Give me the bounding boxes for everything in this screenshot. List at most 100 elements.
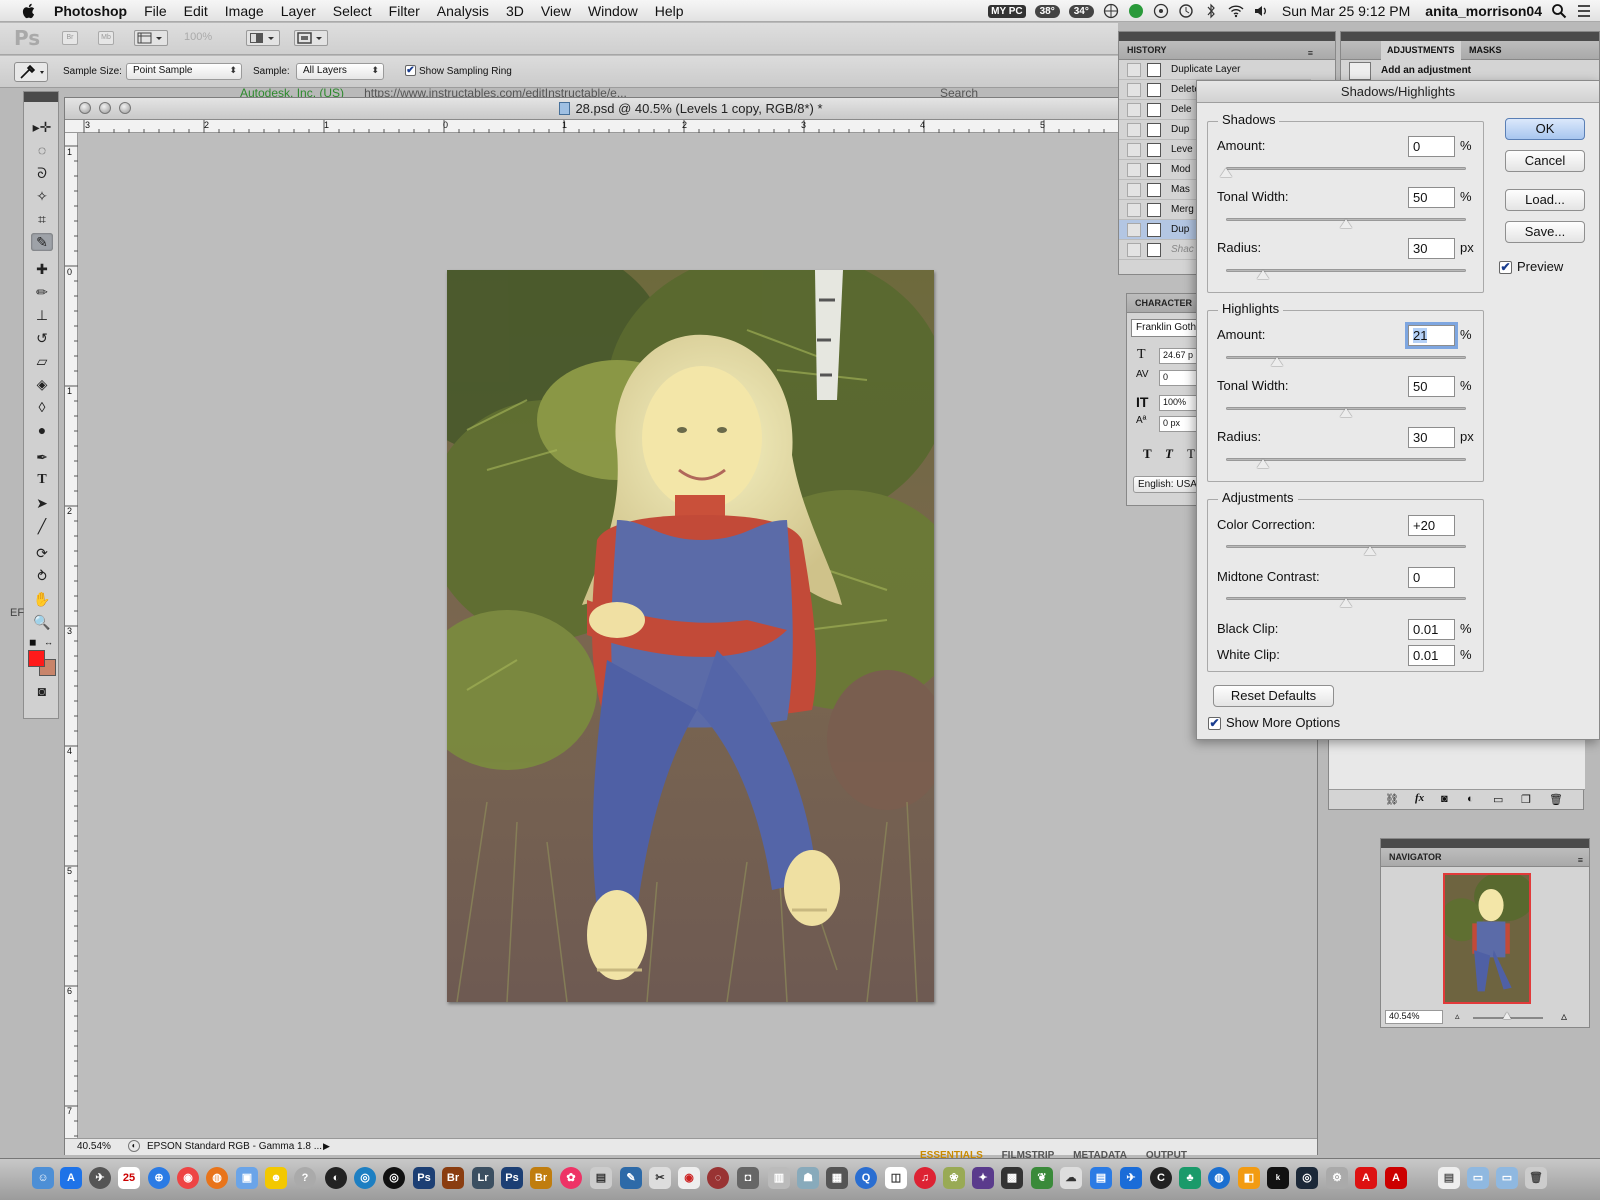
history-snapshot-box[interactable] — [1127, 182, 1141, 197]
navigator-zoom-thumb[interactable] — [1503, 1012, 1511, 1019]
history-snapshot-box[interactable] — [1127, 202, 1141, 217]
load-button[interactable]: Load... — [1505, 189, 1585, 211]
app-icon-red-swirl[interactable]: ◌ — [707, 1167, 729, 1189]
quick-mask-icon[interactable]: ◙ — [31, 682, 53, 700]
menu-image[interactable]: Image — [225, 3, 264, 19]
history-snapshot-box[interactable] — [1127, 102, 1141, 117]
menu-help[interactable]: Help — [655, 3, 684, 19]
launch-bridge-button[interactable]: Br — [62, 31, 78, 45]
applications-folder-icon[interactable]: ▭ — [1467, 1167, 1489, 1189]
firefox-icon[interactable]: ◍ — [206, 1167, 228, 1189]
highlights-amount-slider[interactable] — [1226, 356, 1466, 359]
user-name[interactable]: anita_morrison04 — [1425, 3, 1542, 19]
documents-stack-icon[interactable]: ▤ — [1438, 1167, 1460, 1189]
close-window-button[interactable] — [79, 102, 91, 114]
history-snapshot-box[interactable] — [1127, 222, 1141, 237]
photoshop-icon[interactable]: Ps — [413, 1167, 435, 1189]
arrange-documents-button[interactable] — [246, 30, 280, 46]
app-icon-ca[interactable]: ◐ — [325, 1167, 347, 1189]
panel-menu-icon[interactable]: ≡ — [1578, 851, 1583, 870]
history-snapshot-box[interactable] — [1127, 242, 1141, 257]
history-tab[interactable]: HISTORY ≡ — [1119, 41, 1335, 60]
safari-icon[interactable]: ⊕ — [148, 1167, 170, 1189]
app-icon-cloud[interactable]: ☁ — [1060, 1167, 1082, 1189]
menu-analysis[interactable]: Analysis — [437, 3, 489, 19]
preview-checkbox[interactable]: ✔ — [1499, 261, 1512, 274]
shadows-radius-input[interactable]: 30 — [1408, 238, 1455, 259]
crop-tool-icon[interactable]: ⌗ — [31, 210, 53, 228]
shadows-tonal-width-input[interactable]: 50 — [1408, 187, 1455, 208]
vertical-ruler[interactable]: 1 0 1 2 3 4 5 6 7 — [65, 133, 78, 1138]
status-profile[interactable]: EPSON Standard RGB - Gamma 1.8 ... — [147, 1141, 322, 1152]
menu-file[interactable]: File — [144, 3, 167, 19]
textedit-icon[interactable]: ✎ — [620, 1167, 642, 1189]
app-icon-people[interactable]: ☗ — [797, 1167, 819, 1189]
move-tool-icon[interactable]: ▸✛ — [31, 118, 53, 136]
blur-tool-icon[interactable]: ◊ — [31, 398, 53, 416]
midtone-contrast-thumb[interactable] — [1340, 598, 1352, 607]
app-icon-blue-q[interactable]: Q — [855, 1167, 877, 1189]
menu-app-name[interactable]: Photoshop — [54, 3, 127, 19]
menu-view[interactable]: View — [541, 3, 571, 19]
app-icon-leaf[interactable]: ❦ — [1031, 1167, 1053, 1189]
downloads-folder-icon[interactable]: ▭ — [1496, 1167, 1518, 1189]
paint-bucket-tool-icon[interactable]: ◈ — [31, 375, 53, 393]
history-item[interactable]: Duplicate Layer — [1119, 60, 1311, 80]
lasso-tool-icon[interactable]: ᘐ — [31, 164, 53, 182]
shadows-amount-thumb[interactable] — [1220, 168, 1232, 177]
bluetooth-icon[interactable] — [1203, 3, 1219, 19]
zoom-in-icon[interactable]: ▵ — [1561, 1009, 1567, 1023]
color-picker-icon[interactable]: ✿ — [560, 1167, 582, 1189]
apple-icon[interactable] — [18, 2, 40, 20]
adjustment-layer-icon[interactable]: ◐ — [1467, 793, 1474, 805]
white-clip-input[interactable]: 0.01 — [1408, 645, 1455, 666]
acrobat-icon[interactable]: A — [1355, 1167, 1377, 1189]
screen-mode-button[interactable] — [294, 30, 328, 46]
navigator-tab[interactable]: NAVIGATOR ≡ — [1381, 848, 1589, 867]
shadows-amount-slider[interactable] — [1226, 167, 1466, 170]
menu-filter[interactable]: Filter — [389, 3, 420, 19]
character-tab[interactable]: CHARACTER — [1127, 294, 1205, 313]
help-icon[interactable]: ? — [294, 1167, 316, 1189]
app-store-icon[interactable]: A — [60, 1167, 82, 1189]
app-icon-tree[interactable]: ♣ — [1179, 1167, 1201, 1189]
history-panel-grip[interactable] — [1119, 32, 1335, 41]
app-icon-blue-circle[interactable]: ◎ — [354, 1167, 376, 1189]
bridge-icon[interactable]: Br — [442, 1167, 464, 1189]
utility-icon[interactable]: ✂ — [649, 1167, 671, 1189]
history-snapshot-box[interactable] — [1127, 122, 1141, 137]
photos-icon[interactable]: ❀ — [943, 1167, 965, 1189]
highlights-radius-input[interactable]: 30 — [1408, 427, 1455, 448]
wifi-icon[interactable] — [1228, 3, 1244, 19]
layer-style-icon[interactable]: fx — [1415, 792, 1424, 804]
color-correction-input[interactable]: +20 — [1408, 515, 1455, 536]
itunes-icon[interactable]: ♫ — [914, 1167, 936, 1189]
swap-colors-icon[interactable]: ↔ — [44, 637, 53, 647]
mini-bridge-button[interactable]: Mb — [98, 31, 114, 45]
pen-tool-icon[interactable]: ✒ — [31, 448, 53, 466]
shadows-amount-input[interactable]: 0 — [1408, 136, 1455, 157]
new-layer-icon[interactable]: ❐ — [1521, 793, 1531, 806]
app-icon-c[interactable]: C — [1150, 1167, 1172, 1189]
healing-brush-tool-icon[interactable]: ✚ — [31, 260, 53, 278]
new-group-icon[interactable]: ▭ — [1493, 793, 1503, 806]
adjustments-panel-grip[interactable] — [1341, 32, 1599, 41]
shadows-tonal-width-thumb[interactable] — [1340, 219, 1352, 228]
temp-badge-2[interactable]: 34° — [1068, 4, 1094, 18]
color-correction-thumb[interactable] — [1364, 546, 1376, 555]
adjustment-histogram-icon[interactable] — [1349, 62, 1371, 80]
image-capture-icon[interactable]: ▦ — [826, 1167, 848, 1189]
history-brush-tool-icon[interactable]: ↺ — [31, 329, 53, 347]
history-snapshot-box[interactable] — [1127, 82, 1141, 97]
navigator-thumbnail[interactable] — [1443, 873, 1531, 1004]
app-icon-blue-doc[interactable]: ▤ — [1090, 1167, 1112, 1189]
app-icon-dark-circle[interactable]: ◎ — [383, 1167, 405, 1189]
minimize-window-button[interactable] — [99, 102, 111, 114]
app-icon-box[interactable]: ◫ — [885, 1167, 907, 1189]
app-icon-globe[interactable]: ◍ — [1208, 1167, 1230, 1189]
globe-icon[interactable] — [1103, 3, 1119, 19]
scanner-icon[interactable]: ▤ — [590, 1167, 612, 1189]
time-machine-icon[interactable] — [1178, 3, 1194, 19]
faux-bold-icon[interactable]: T — [1143, 446, 1152, 462]
highlights-radius-thumb[interactable] — [1257, 459, 1269, 468]
